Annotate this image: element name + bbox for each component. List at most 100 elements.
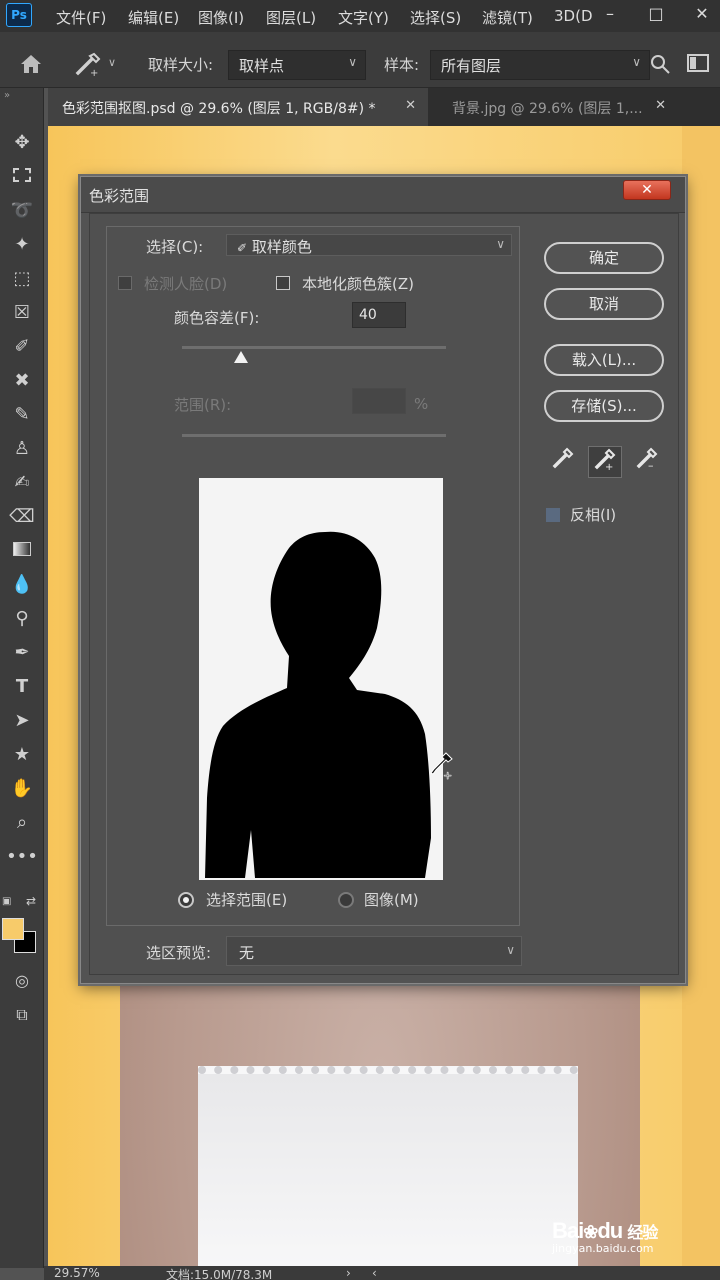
selection-preview-thumbnail[interactable]	[199, 478, 443, 880]
dialog-close-button[interactable]: ✕	[623, 180, 671, 200]
tab-color-range-psd[interactable]: 色彩范围抠图.psd @ 29.6% (图层 1, RGB/8#) * ✕	[48, 88, 428, 126]
workspace-icon[interactable]	[686, 52, 710, 74]
watermark-url: jingyan.baidu.com	[552, 1242, 654, 1255]
eyedropper-tool-icon[interactable]: +	[74, 50, 104, 79]
select-dropdown[interactable]: ✐ 取样颜色 ∨	[226, 234, 512, 256]
gradient-tool-icon[interactable]	[6, 536, 38, 566]
menu-filter[interactable]: 滤镜(T)	[482, 7, 533, 28]
hand-tool-icon[interactable]: ✋	[6, 774, 38, 804]
menu-bar: Ps 文件(F) 编辑(E) 图像(I) 图层(L) 文字(Y) 选择(S) 滤…	[0, 0, 720, 32]
home-icon[interactable]	[18, 52, 44, 76]
fuzziness-slider-track[interactable]	[182, 346, 446, 349]
menu-3d[interactable]: 3D(D	[554, 7, 593, 25]
menu-select[interactable]: 选择(S)	[410, 7, 461, 28]
move-tool-icon[interactable]: ✥	[6, 128, 38, 158]
healing-brush-icon[interactable]: ✖	[6, 366, 38, 396]
shape-tool-icon[interactable]: ★	[6, 740, 38, 770]
eyedropper-icon[interactable]: ✐	[6, 332, 38, 362]
tools-panel: » ✥ ➰ ✦ ⬚ ☒ ✐ ✖ ✎ ♙ ✍ ⌫ 💧 ⚲ ✒ T ➤ ★ ✋ ⌕ …	[0, 88, 44, 1268]
save-button[interactable]: 存储(S)...	[544, 390, 664, 422]
tab-label: 色彩范围抠图.psd @ 29.6% (图层 1, RGB/8#) *	[62, 101, 376, 117]
menu-image[interactable]: 图像(I)	[198, 7, 244, 28]
sample-select[interactable]: 所有图层 ∨	[430, 50, 650, 80]
dialog-title: 色彩范围	[89, 187, 150, 205]
dodge-tool-icon[interactable]: ⚲	[6, 604, 38, 634]
eyedropper-icon: ✐	[237, 241, 248, 255]
sample-size-select[interactable]: 取样点 ∨	[228, 50, 366, 80]
status-bar: 29.57% 文档:15.0M/78.3M › ‹	[44, 1266, 720, 1280]
eyedropper-icon[interactable]	[546, 446, 580, 478]
foreground-color-swatch[interactable]	[2, 918, 24, 940]
document-size: 文档:15.0M/78.3M	[166, 1268, 273, 1280]
zoom-level[interactable]: 29.57%	[54, 1266, 100, 1280]
cancel-button[interactable]: 取消	[544, 288, 664, 320]
clone-stamp-icon[interactable]: ♙	[6, 434, 38, 464]
tab-label: 背景.jpg @ 29.6% (图层 1,...	[452, 101, 643, 117]
screen-mode-icon[interactable]: ⧉	[6, 1000, 38, 1030]
detect-faces-checkbox[interactable]	[118, 276, 132, 290]
selection-preview-value: 无	[239, 944, 255, 962]
window-close-button[interactable]: ✕	[686, 2, 718, 28]
status-menu-arrow-icon[interactable]: ›	[346, 1266, 351, 1280]
fuzziness-input[interactable]: 40	[352, 302, 406, 328]
scroll-left-icon[interactable]: ‹	[372, 1266, 377, 1280]
selection-silhouette	[205, 531, 431, 878]
load-button[interactable]: 载入(L)...	[544, 344, 664, 376]
tab-close-icon[interactable]: ✕	[405, 98, 416, 113]
chevron-down-icon: ∨	[348, 55, 357, 69]
range-slider-track[interactable]	[182, 434, 446, 437]
pen-tool-icon[interactable]: ✒	[6, 638, 38, 668]
quick-selection-tool-icon[interactable]: ✦	[6, 230, 38, 260]
swap-colors-icon[interactable]: ⇄	[26, 894, 36, 908]
blur-tool-icon[interactable]: 💧	[6, 570, 38, 600]
document-tabs: 色彩范围抠图.psd @ 29.6% (图层 1, RGB/8#) * ✕ 背景…	[48, 88, 720, 126]
watermark-cn: 经验	[627, 1225, 658, 1242]
watermark-brand: Bai	[552, 1218, 584, 1243]
sample-label: 样本:	[384, 56, 420, 74]
menu-file[interactable]: 文件(F)	[56, 7, 106, 28]
dialog-titlebar[interactable]: 色彩范围 ✕	[81, 177, 685, 213]
menu-edit[interactable]: 编辑(E)	[128, 7, 179, 28]
chevron-down-icon: ∨	[632, 55, 641, 69]
photo-dress	[198, 1066, 578, 1266]
add-to-sample-eyedropper-icon[interactable]: +	[588, 446, 622, 478]
maximize-button[interactable]: □	[640, 2, 672, 28]
range-unit: %	[414, 395, 429, 413]
lasso-tool-icon[interactable]: ➰	[6, 196, 38, 226]
tab-background-jpg[interactable]: 背景.jpg @ 29.6% (图层 1,... ✕	[438, 88, 678, 126]
range-input[interactable]	[352, 388, 406, 414]
tool-preset-chevron-icon[interactable]: ∨	[108, 56, 116, 69]
eraser-icon[interactable]: ⌫	[6, 502, 38, 532]
frame-tool-icon[interactable]: ☒	[6, 298, 38, 328]
invert-checkbox[interactable]	[546, 508, 560, 522]
more-tools-icon[interactable]: •••	[6, 842, 38, 872]
brush-tool-icon[interactable]: ✎	[6, 400, 38, 430]
history-brush-icon[interactable]: ✍	[6, 468, 38, 498]
default-colors-icon[interactable]: ▣	[2, 896, 11, 907]
quick-mask-icon[interactable]: ◎	[6, 966, 38, 996]
sample-size-label: 取样大小:	[148, 56, 214, 74]
menu-type[interactable]: 文字(Y)	[338, 7, 389, 28]
localized-clusters-checkbox[interactable]	[276, 276, 290, 290]
photoshop-logo: Ps	[6, 3, 32, 27]
search-icon[interactable]	[648, 52, 672, 76]
subtract-from-sample-eyedropper-icon[interactable]: –	[630, 446, 664, 478]
zoom-tool-icon[interactable]: ⌕	[6, 808, 38, 838]
invert-label: 反相(I)	[570, 506, 617, 524]
path-selection-icon[interactable]: ➤	[6, 706, 38, 736]
svg-text:–: –	[648, 459, 654, 470]
type-tool-icon[interactable]: T	[6, 672, 38, 702]
panel-collapse-icon[interactable]: »	[4, 90, 10, 101]
crop-tool-icon[interactable]: ⬚	[6, 264, 38, 294]
selection-preview-select[interactable]: 无 ∨	[226, 936, 522, 966]
marquee-tool-icon[interactable]	[6, 162, 38, 192]
minimize-button[interactable]: –	[594, 2, 626, 28]
tab-close-icon[interactable]: ✕	[655, 98, 666, 113]
ok-button[interactable]: 确定	[544, 242, 664, 274]
svg-text:+: +	[443, 769, 452, 780]
watermark-brand2: du	[597, 1218, 623, 1243]
selection-radio[interactable]	[178, 892, 194, 908]
menu-layer[interactable]: 图层(L)	[266, 7, 316, 28]
image-radio[interactable]	[338, 892, 354, 908]
fuzziness-slider-thumb[interactable]	[234, 351, 248, 363]
